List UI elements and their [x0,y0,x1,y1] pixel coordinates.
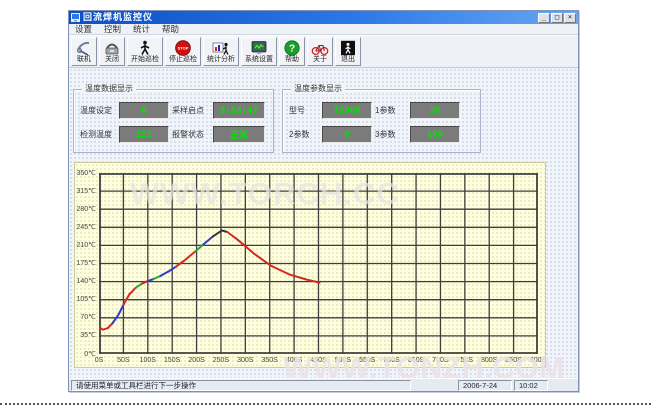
temp-data-fields: 温度设定0采样启点9:56:47 检测温度151报警状态正常 [74,90,273,143]
close-button[interactable]: × [564,13,576,23]
y-tick-label: 105℃ [75,295,96,304]
curve-segment [99,323,113,330]
curve-segment [227,232,319,283]
status-message: 请使用菜单或工具栏进行下一步操作 [71,380,411,391]
menu-item-help[interactable]: 帮助 [156,24,185,35]
temperature-chart: WWW.TORCH.CC 350℃315℃280℃245℃210℃175℃140… [74,162,546,368]
exit-person-icon [339,40,357,56]
menu-item-settings[interactable]: 设置 [69,24,98,35]
chart-person-icon [212,40,230,56]
curve-segment [113,305,124,323]
menu-bar: 设置控制统计帮助 [69,24,578,35]
status-date: 2006-7-24 [458,380,512,391]
main-content: 温度数据显示 温度设定0采样启点9:56:47检测温度151报警状态正常 温度参… [69,68,578,378]
curve-segment [154,276,161,279]
y-tick-label: 175℃ [75,259,96,268]
plot-svg [99,173,538,354]
monitor-icon [250,40,268,56]
question-mark-icon: ? [283,40,301,56]
field-label-param2: 2参数 [289,129,319,140]
svg-text:STOP: STOP [178,45,189,50]
toolbar-button-label: 退出 [341,56,355,64]
app-window: 回流焊机监控仪 _ □ × 设置控制统计帮助 联机关闭开始巡检STOP停止巡检统… [68,10,579,392]
field-value-param3: 180 [410,126,460,143]
field-label-param3: 3参数 [375,129,407,140]
toolbar-button-help[interactable]: ? 帮助 [279,37,305,66]
title-bar[interactable]: 回流焊机监控仪 _ □ × [69,11,578,24]
minimize-button[interactable]: _ [538,13,550,23]
toolbar-button-system-settings[interactable]: 系统设置 [241,37,277,66]
field-label-param1: 1参数 [375,105,407,116]
curve-segment [176,251,196,267]
svg-text:?: ? [289,43,295,54]
toolbar: 联机 关闭 开始巡检 STOP 停止巡检 统计分析 系统设置? 帮助 关于 退出 [69,35,578,68]
toolbar-button-stop-patrol[interactable]: STOP 停止巡检 [165,37,201,66]
curve-segment [161,267,177,276]
walking-person-icon [136,40,154,56]
y-tick-label: 210℃ [75,241,96,250]
phone-icon [103,40,121,56]
group-temperature-data-title: 温度数据显示 [82,84,136,94]
curve-segment [123,288,135,305]
toolbar-button-label: 帮助 [285,56,299,64]
toolbar-button-label: 关闭 [105,56,119,64]
field-value-param2: 0 [322,126,372,143]
temp-params-fields: 型号TS9601参数30 2参数03参数180 [283,90,480,143]
field-value-param1: 30 [410,102,460,119]
y-tick-label: 315℃ [75,187,96,196]
toolbar-button-label: 关于 [313,56,327,64]
stop-sign-icon: STOP [174,40,192,56]
toolbar-button-label: 开始巡检 [131,56,159,64]
curve-segment [136,284,142,288]
connect-icon [75,40,93,56]
group-temperature-data: 温度数据显示 温度设定0采样启点9:56:47检测温度151报警状态正常 [73,89,274,153]
field-label-measured-temp: 检测温度 [80,129,116,140]
field-value-sample-start: 9:56:47 [213,102,265,119]
toolbar-button-label: 停止巡检 [169,56,197,64]
group-temperature-params: 温度参数显示 型号TS9601参数302参数03参数180 [282,89,481,153]
toolbar-button-exit[interactable]: 退出 [335,37,361,66]
y-tick-label: 35℃ [75,331,96,340]
window-icon [71,13,80,22]
screenshot-page: 回流焊机监控仪 _ □ × 设置控制统计帮助 联机关闭开始巡检STOP停止巡检统… [0,0,651,405]
y-tick-label: 140℃ [75,277,96,286]
field-label-model: 型号 [289,105,319,116]
curve-segment [213,230,228,236]
toolbar-button-start-patrol[interactable]: 开始巡检 [127,37,163,66]
window-title: 回流焊机监控仪 [83,11,537,24]
toolbar-button-connect[interactable]: 联机 [71,37,97,66]
toolbar-button-statistics-analysis[interactable]: 统计分析 [203,37,239,66]
field-label-alarm-status: 报警状态 [172,129,210,140]
y-tick-label: 280℃ [75,205,96,214]
field-label-sample-start: 采样启点 [172,105,210,116]
toolbar-button-about[interactable]: 关于 [307,37,333,66]
field-value-model: TS960 [322,102,372,119]
y-tick-label: 245℃ [75,223,96,232]
y-tick-label: 70℃ [75,313,96,322]
group-temperature-params-title: 温度参数显示 [291,84,345,94]
y-tick-label: 350℃ [75,169,96,178]
field-value-temp-setting: 0 [119,102,169,119]
field-value-alarm-status: 正常 [213,126,265,143]
status-time: 10:02 [514,380,548,391]
menu-item-statistics[interactable]: 统计 [127,24,156,35]
field-value-measured-temp: 151 [119,126,169,143]
status-bar: 请使用菜单或工具栏进行下一步操作 2006-7-24 10:02 [69,378,578,391]
toolbar-button-label: 统计分析 [207,56,235,64]
maximize-button[interactable]: □ [551,13,563,23]
x-tick-label: 900S [524,356,552,365]
toolbar-button-close-connection[interactable]: 关闭 [99,37,125,66]
bicycle-icon [311,40,329,56]
field-label-temp-setting: 温度设定 [80,105,116,116]
menu-item-control[interactable]: 控制 [98,24,127,35]
curve-segment [203,237,212,245]
toolbar-button-label: 联机 [77,56,91,64]
toolbar-button-label: 系统设置 [245,56,273,64]
